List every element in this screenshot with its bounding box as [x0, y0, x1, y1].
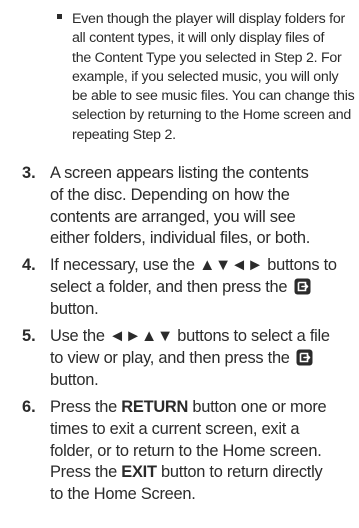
step-text: Use the ◄►▲▼ buttons to select a file to…	[50, 326, 355, 391]
step-line-text: to view or play, and then press the	[50, 348, 290, 367]
bullet-line: example, if you selected music, you will…	[72, 68, 339, 85]
step-line: button.	[50, 370, 99, 389]
step-line: button.	[50, 299, 99, 318]
step-line: times to exit a current screen, exit a	[50, 419, 300, 438]
bullet-line: the Content Type you selected in Step 2.…	[72, 49, 342, 66]
step-line-text: Press the	[50, 463, 122, 482]
bullet-note: Even though the player will display fold…	[57, 10, 357, 145]
bullet-line: all content types, it will only display …	[72, 30, 325, 47]
step-line-text: Press the	[50, 398, 122, 416]
step-text: Press the RETURN button one or more time…	[50, 397, 355, 506]
step-line: select a folder, and then press the	[50, 277, 355, 299]
step-number: 5.	[22, 327, 36, 345]
step-line: to view or play, and then press the	[50, 348, 355, 370]
step-line: Press the RETURN button one or more	[50, 397, 355, 419]
step-line: of the disc. Depending on how the	[50, 185, 290, 204]
step-line: contents are arranged, you will see	[50, 207, 296, 226]
bullet-line: repeating Step 2.	[72, 126, 176, 143]
bullet-line: Even though the player will display fold…	[72, 11, 345, 27]
exit-keyword: EXIT	[121, 463, 157, 482]
square-bullet-icon	[57, 14, 62, 19]
step-line-text: button to return directly	[156, 463, 323, 482]
step-line: Press the EXIT button to return directly	[50, 462, 355, 484]
step-number: 6.	[22, 398, 36, 416]
step-line: Use the ◄►▲▼ buttons to select a file	[50, 327, 330, 345]
bullet-line: selection by returning to the Home scree…	[72, 107, 351, 124]
enter-button-icon	[296, 349, 313, 366]
step-line: folder, or to return to the Home screen.	[50, 441, 322, 460]
step-line: to the Home Screen.	[50, 485, 196, 504]
step-number: 3.	[22, 164, 36, 182]
step-line-text: select a folder, and then press the	[50, 277, 288, 296]
step-line-text: button one or more	[188, 398, 327, 416]
enter-button-icon	[294, 278, 311, 295]
bullet-line: be able to see music files. You can chan…	[72, 88, 355, 105]
step-text: A screen appears listing the contents of…	[50, 163, 355, 250]
step-text: If necessary, use the ▲▼◄► buttons to se…	[50, 255, 355, 320]
step-line: either folders, individual files, or bot…	[50, 229, 311, 248]
manual-page: Even though the player will display fold…	[0, 0, 359, 528]
step-number: 4.	[22, 256, 36, 274]
return-keyword: RETURN	[121, 398, 189, 416]
step-line: If necessary, use the ▲▼◄► buttons to	[50, 256, 337, 274]
step-line: A screen appears listing the contents	[50, 164, 309, 182]
